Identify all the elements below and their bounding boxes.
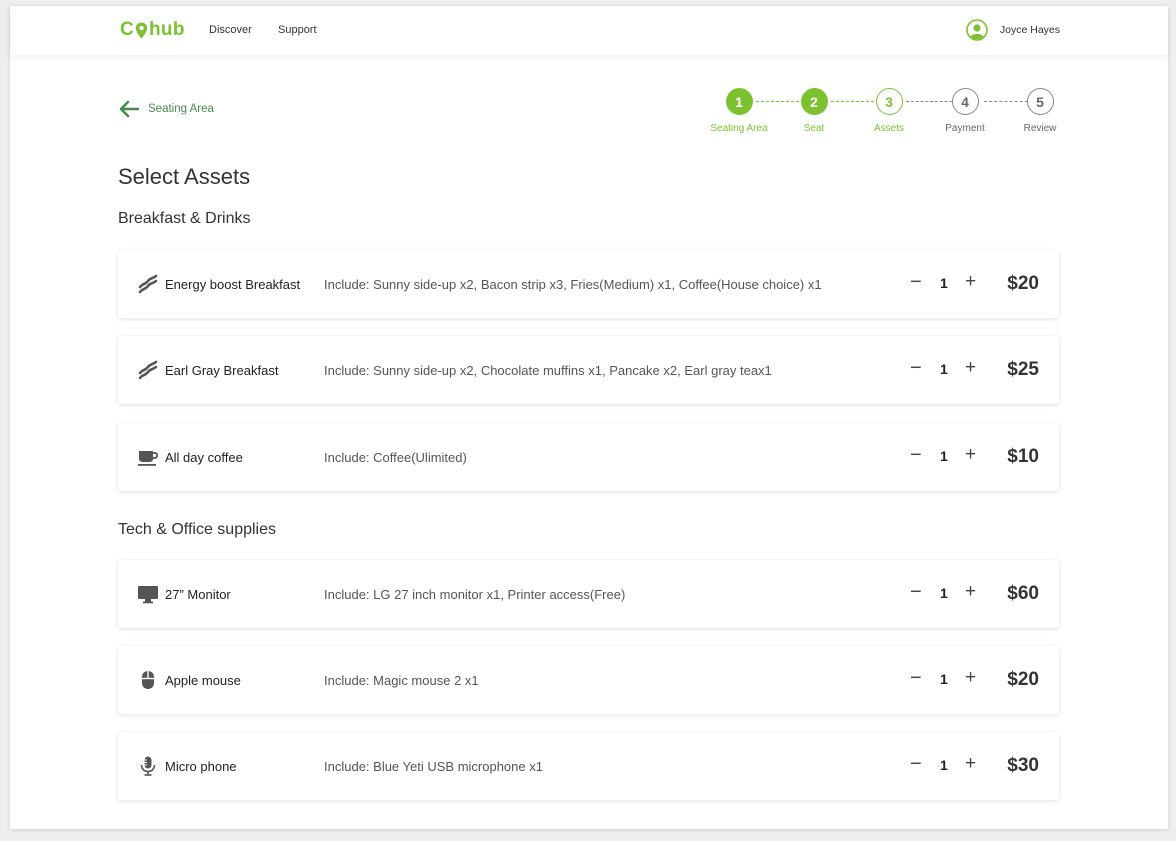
- asset-description: Include: Sunny side-up x2, Bacon strip x…: [324, 277, 822, 292]
- quantity-value: 1: [940, 671, 948, 687]
- section-title-tech: Tech & Office supplies: [118, 521, 277, 538]
- asset-description: Include: Magic mouse 2 x1: [324, 673, 479, 688]
- step-payment: 4 Payment: [930, 88, 1000, 134]
- user-menu[interactable]: Joyce Hayes: [966, 19, 1060, 41]
- logo[interactable]: C hub: [120, 19, 185, 41]
- asset-name: Earl Gray Breakfast: [165, 363, 279, 378]
- step-label: Payment: [945, 123, 985, 134]
- step-seating-area[interactable]: 1 Seating Area: [704, 88, 774, 134]
- decrease-quantity-button[interactable]: −: [910, 444, 922, 466]
- quantity-value: 1: [940, 757, 948, 773]
- user-avatar-icon: [966, 19, 988, 41]
- increase-quantity-button[interactable]: +: [965, 581, 976, 603]
- quantity-value: 1: [940, 361, 948, 377]
- user-name: Joyce Hayes: [999, 24, 1060, 36]
- step-label: Review: [1023, 123, 1057, 134]
- asset-card-monitor: 27” Monitor Include: LG 27 inch monitor …: [118, 560, 1059, 628]
- asset-card-microphone: Micro phone Include: Blue Yeti USB micro…: [118, 732, 1059, 800]
- quantity-value: 1: [940, 275, 948, 291]
- step-seat[interactable]: 2 Seat: [779, 88, 849, 134]
- asset-description: Include: Blue Yeti USB microphone x1: [324, 759, 543, 774]
- increase-quantity-button[interactable]: +: [965, 444, 976, 466]
- progress-stepper: 1 Seating Area 2 Seat 3 Assets 4 Payment…: [700, 88, 1070, 138]
- decrease-quantity-button[interactable]: −: [910, 357, 922, 379]
- asset-price: $30: [1007, 755, 1039, 776]
- step-number: 5: [1026, 88, 1054, 115]
- step-review: 5 Review: [1005, 88, 1075, 134]
- location-pin-icon: [135, 22, 148, 38]
- logo-text-right: hub: [149, 19, 185, 40]
- nav-support[interactable]: Support: [278, 24, 317, 36]
- asset-card-earl-gray: Earl Gray Breakfast Include: Sunny side-…: [118, 336, 1059, 404]
- step-label: Seating Area: [710, 123, 768, 134]
- decrease-quantity-button[interactable]: −: [910, 667, 922, 689]
- step-number: 2: [800, 88, 828, 115]
- asset-price: $10: [1007, 446, 1039, 467]
- increase-quantity-button[interactable]: +: [965, 753, 976, 775]
- step-number: 3: [875, 88, 903, 115]
- logo-text-left: C: [120, 19, 135, 40]
- back-link-label: Seating Area: [148, 103, 214, 115]
- asset-description: Include: Sunny side-up x2, Chocolate muf…: [324, 363, 772, 378]
- asset-price: $20: [1007, 669, 1039, 690]
- quantity-value: 1: [940, 448, 948, 464]
- step-label: Assets: [873, 123, 904, 134]
- page-title: Select Assets: [118, 164, 251, 189]
- breakfast-icon: [138, 360, 158, 380]
- quantity-value: 1: [940, 585, 948, 601]
- increase-quantity-button[interactable]: +: [965, 667, 976, 689]
- asset-price: $60: [1007, 583, 1039, 604]
- top-header: C hub Discover Support Joyce Hayes: [10, 6, 1168, 55]
- asset-description: Include: LG 27 inch monitor x1, Printer …: [324, 587, 626, 602]
- step-number: 4: [951, 88, 979, 115]
- step-assets[interactable]: 3 Assets: [854, 88, 924, 134]
- increase-quantity-button[interactable]: +: [965, 271, 976, 293]
- monitor-icon: [138, 584, 158, 604]
- asset-card-apple-mouse: Apple mouse Include: Magic mouse 2 x1 − …: [118, 646, 1059, 714]
- step-label: Seat: [803, 123, 825, 134]
- back-link[interactable]: Seating Area: [119, 100, 214, 118]
- mouse-icon: [138, 670, 158, 690]
- asset-name: Apple mouse: [165, 673, 241, 688]
- asset-price: $20: [1007, 273, 1039, 294]
- increase-quantity-button[interactable]: +: [965, 357, 976, 379]
- decrease-quantity-button[interactable]: −: [910, 581, 922, 603]
- nav-discover[interactable]: Discover: [209, 24, 252, 36]
- asset-card-all-day-coffee: All day coffee Include: Coffee(Ulimited)…: [118, 423, 1059, 491]
- app-window: C hub Discover Support Joyce Hayes Seati…: [10, 6, 1168, 829]
- step-number: 1: [725, 88, 753, 115]
- asset-name: Micro phone: [165, 759, 237, 774]
- asset-name: 27” Monitor: [165, 587, 231, 602]
- microphone-icon: [138, 756, 158, 776]
- breakfast-icon: [138, 274, 158, 294]
- coffee-cup-icon: [138, 447, 158, 467]
- asset-description: Include: Coffee(Ulimited): [324, 450, 467, 465]
- asset-card-energy-boost: Energy boost Breakfast Include: Sunny si…: [118, 250, 1059, 318]
- asset-name: All day coffee: [165, 450, 243, 465]
- arrow-left-icon: [119, 100, 139, 118]
- asset-name: Energy boost Breakfast: [165, 277, 301, 292]
- decrease-quantity-button[interactable]: −: [910, 271, 922, 293]
- section-title-breakfast: Breakfast & Drinks: [118, 210, 251, 227]
- decrease-quantity-button[interactable]: −: [910, 753, 922, 775]
- asset-price: $25: [1007, 359, 1039, 380]
